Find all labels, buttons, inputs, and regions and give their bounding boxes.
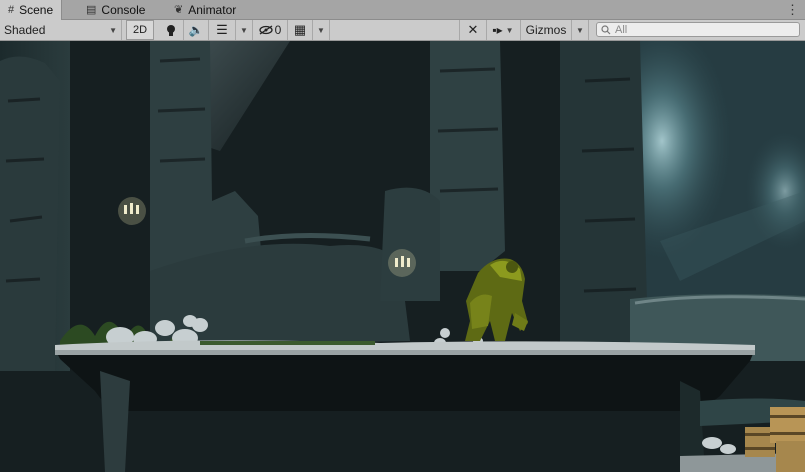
camera-icon: ▪▸ [492,23,503,37]
gizmos-label: Gizmos [525,23,567,37]
tab-scene[interactable]: # Scene [0,0,63,20]
animator-icon: ❦ [174,4,184,16]
hidden-count: 0 [274,23,282,37]
gizmos-dropdown[interactable]: ▼ [572,20,589,40]
lightbulb-icon [167,24,175,36]
scene-visibility-toggle[interactable]: 0 [253,20,288,40]
effects-dropdown[interactable]: ▼ [236,20,253,40]
toggle-2d-label: 2D [132,24,148,36]
chevron-down-icon: ▼ [317,25,325,35]
tab-animator[interactable]: ❦ Animator [166,0,244,19]
lighting-toggle[interactable] [159,20,184,40]
chevron-down-icon: ▼ [109,25,117,35]
grid-dropdown[interactable]: ▼ [313,20,330,40]
tab-console[interactable]: ▤ Console [78,0,153,19]
tab-label: Scene [19,3,54,17]
gizmos-button[interactable]: Gizmos [521,20,572,40]
kebab-menu-icon[interactable]: ⋮ [786,2,799,18]
search-placeholder: All [615,23,628,36]
shading-mode-label: Shaded [4,23,46,37]
chevron-down-icon: ▼ [576,25,584,35]
scene-toolbar: Shaded ▼ 2D 🔈 ☰ ▼ 0 ▦ ▼ ✕ ▪▸ ▼ Gizmos ▼ … [0,20,805,41]
camera-dropdown[interactable]: ▪▸ ▼ [486,20,521,40]
chevron-down-icon: ▼ [505,25,514,35]
tab-label: Animator [188,2,237,17]
shading-mode-dropdown[interactable]: Shaded ▼ [0,20,122,40]
audio-toggle[interactable]: 🔈 [184,20,209,40]
toggle-2d-button[interactable]: 2D [126,20,154,40]
layers-icon: ☰ [216,22,228,37]
scene-render [0,41,805,472]
scene-viewport[interactable] [0,41,805,472]
tab-label: Console [101,2,146,17]
grid-toggle[interactable]: ▦ [288,20,313,40]
candle-left [118,197,146,225]
candle-right [388,249,416,277]
search-icon [601,24,611,34]
grid-icon: ▦ [293,22,307,37]
tools-icon: ✕ [467,22,479,37]
speaker-icon: 🔈 [188,23,204,37]
effects-toggle[interactable]: ☰ [209,20,236,40]
chevron-down-icon: ▼ [240,25,248,35]
hash-icon: # [8,4,15,16]
eye-slash-icon [259,25,273,35]
scene-search-field[interactable]: All [596,22,800,37]
console-icon: ▤ [86,4,97,16]
tab-bar: # Scene ▤ Console ❦ Animator ⋮ [0,0,805,20]
tools-button[interactable]: ✕ [459,20,487,40]
